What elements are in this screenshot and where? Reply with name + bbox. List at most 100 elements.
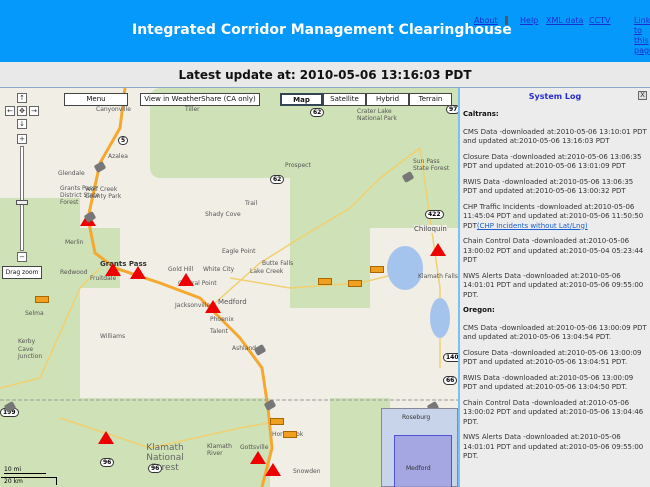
- map-label: Williams: [100, 333, 125, 340]
- map-label: Trail: [245, 200, 257, 207]
- message-sign-icon[interactable]: [318, 278, 332, 285]
- link-to-this-page[interactable]: Linktothispage: [634, 16, 650, 56]
- pan-center-button[interactable]: ✥: [17, 106, 27, 116]
- close-log-button[interactable]: X: [638, 91, 647, 100]
- overview-viewport[interactable]: [394, 435, 452, 487]
- log-entry: RWIS Data -downloaded at:2010-05-06 13:0…: [463, 374, 648, 393]
- drag-zoom-button[interactable]: Drag zoom: [2, 266, 42, 279]
- map-label: White City: [203, 266, 234, 273]
- map-label: Butte Falls: [262, 260, 293, 267]
- section-oregon: Oregon:: [463, 306, 648, 316]
- map-label: Canyonville: [96, 106, 131, 113]
- about-link[interactable]: About: [474, 16, 498, 25]
- system-log-panel: System Log X Caltrans: CMS Data -downloa…: [458, 88, 650, 487]
- map-label: Fruitdale: [90, 275, 116, 282]
- closure-icon[interactable]: [250, 451, 266, 464]
- map-label: Gold Hill: [168, 266, 193, 273]
- pan-up-button[interactable]: ↑: [17, 93, 27, 103]
- zoom-out-button[interactable]: −: [17, 252, 27, 262]
- map-label: Glendale: [58, 170, 85, 177]
- log-entry: CMS Data -downloaded at:2010-05-06 13:10…: [463, 128, 648, 147]
- link-word: Link: [634, 16, 650, 25]
- map-label: Talent: [210, 328, 228, 335]
- message-sign-icon[interactable]: [35, 296, 49, 303]
- log-body: Caltrans: CMS Data -downloaded at:2010-0…: [463, 110, 648, 468]
- log-entry: Closure Data -downloaded at:2010-05-06 1…: [463, 349, 648, 368]
- closure-icon[interactable]: [430, 243, 446, 256]
- map-type-map[interactable]: Map: [280, 93, 323, 106]
- pan-right-button[interactable]: →: [29, 106, 39, 116]
- log-entry: Chain Control Data -downloaded at:2010-0…: [463, 237, 648, 266]
- map-label: Chiloquin: [414, 225, 447, 233]
- log-entry: CHP Traffic Incidents -downloaded at:201…: [463, 203, 648, 232]
- log-entry: Chain Control Data -downloaded at:2010-0…: [463, 399, 648, 428]
- highway-shield: 96: [148, 464, 162, 473]
- link-word: this: [634, 36, 649, 45]
- map[interactable]: Canyonville Tiller Crater Lake National …: [0, 88, 458, 487]
- closure-icon[interactable]: [98, 431, 114, 444]
- message-sign-icon[interactable]: [283, 431, 297, 438]
- highway-shield: 66: [443, 376, 457, 385]
- system-log-title: System Log: [460, 92, 650, 101]
- section-caltrans: Caltrans:: [463, 110, 648, 120]
- map-label: Gottsville: [240, 444, 268, 451]
- closure-icon[interactable]: [205, 300, 221, 313]
- map-label: Azalea: [108, 153, 128, 160]
- message-sign-icon[interactable]: [348, 280, 362, 287]
- page-title: Integrated Corridor Management Clearingh…: [132, 22, 512, 38]
- map-label: Crater Lake National Park: [357, 108, 407, 122]
- zoom-in-button[interactable]: +: [17, 134, 27, 144]
- map-label: Klamath Falls: [418, 273, 458, 280]
- menu-button[interactable]: Menu: [64, 93, 128, 106]
- highway-shield: 62: [310, 108, 324, 117]
- message-sign-icon[interactable]: [370, 266, 384, 273]
- pan-down-button[interactable]: ↓: [17, 119, 27, 129]
- chp-incidents-link[interactable]: (CHP Incidents without Lat/Lng): [477, 222, 588, 230]
- highway-shield: 422: [425, 210, 444, 219]
- message-sign-icon[interactable]: [270, 418, 284, 425]
- highway-shield: 96: [100, 458, 114, 467]
- map-label: Wolf Creek County Park: [85, 186, 130, 200]
- log-entry: NWS Alerts Data -downloaded at:2010-05-0…: [463, 433, 648, 462]
- highway-shield: 97: [446, 105, 458, 114]
- pan-left-button[interactable]: ←: [5, 106, 15, 116]
- map-label: Snowden: [293, 468, 321, 475]
- separator: [505, 16, 508, 25]
- closure-icon[interactable]: [105, 263, 121, 276]
- map-label: Medford: [218, 298, 247, 306]
- map-label: Shady Cove: [205, 211, 241, 218]
- map-label: Klamath National Forest: [135, 443, 195, 473]
- weathershare-button[interactable]: View in WeatherShare (CA only): [140, 93, 260, 106]
- map-label: Selma: [25, 310, 44, 317]
- latest-update: Latest update at: 2010-05-06 13:16:03 PD…: [0, 68, 650, 82]
- help-link[interactable]: Help: [520, 16, 538, 25]
- zoom-slider-handle[interactable]: [16, 200, 28, 205]
- log-entry: CMS Data -downloaded at:2010-05-06 13:00…: [463, 324, 648, 343]
- scale-mi: 10 mi: [4, 466, 46, 474]
- map-label: Merlin: [65, 239, 83, 246]
- highway-shield: 140: [443, 353, 458, 362]
- zoom-slider[interactable]: [20, 146, 24, 251]
- overview-label: Roseburg: [402, 414, 430, 421]
- map-label: Klamath River: [207, 443, 237, 457]
- highway-shield: 5: [118, 136, 128, 145]
- map-label: Tiller: [185, 106, 200, 113]
- overview-map[interactable]: Roseburg Medford: [381, 408, 458, 487]
- map-label: Eagle Point: [222, 248, 255, 255]
- log-entry: Closure Data -downloaded at:2010-05-06 1…: [463, 153, 648, 172]
- closure-icon[interactable]: [130, 266, 146, 279]
- map-label: Ashland: [232, 345, 256, 352]
- map-type-hybrid[interactable]: Hybrid: [366, 93, 409, 106]
- overview-label: Medford: [406, 465, 431, 472]
- map-label: Redwood: [60, 269, 87, 276]
- closure-icon[interactable]: [178, 273, 194, 286]
- cctv-link[interactable]: CCTV: [589, 16, 611, 25]
- update-bar: Latest update at: 2010-05-06 13:16:03 PD…: [0, 62, 650, 88]
- map-label: Phoenix: [210, 316, 234, 323]
- closure-icon[interactable]: [265, 463, 281, 476]
- map-type-terrain[interactable]: Terrain: [409, 93, 452, 106]
- map-label: Kerby: [18, 338, 35, 345]
- xml-data-link[interactable]: XML data: [546, 16, 583, 25]
- map-type-satellite[interactable]: Satellite: [323, 93, 366, 106]
- header: Integrated Corridor Management Clearingh…: [0, 0, 650, 62]
